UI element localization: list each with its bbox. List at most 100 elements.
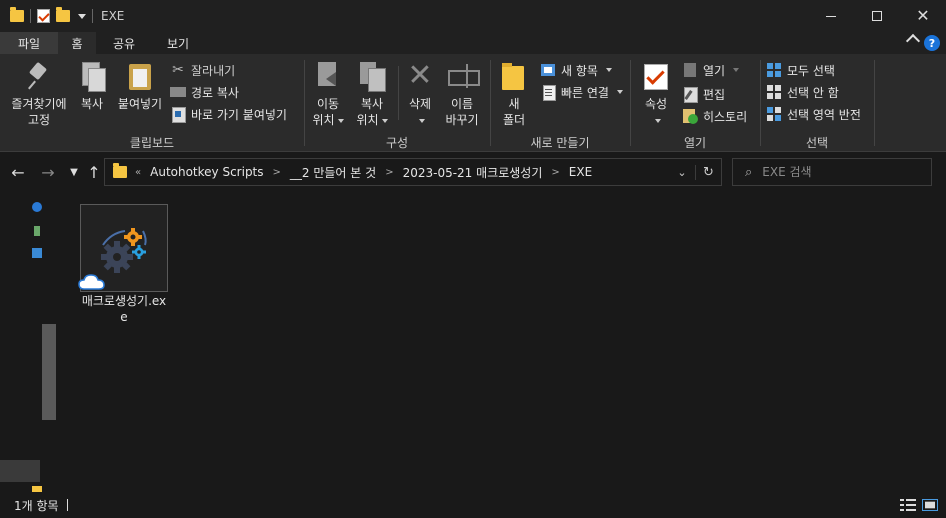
- minimize-icon: [826, 15, 836, 17]
- tab-view[interactable]: 보기: [158, 32, 198, 54]
- quick-access-toolbar: [10, 7, 93, 23]
- copyto-label-line1: 복사: [360, 97, 384, 111]
- address-dropdown-icon[interactable]: ⌄: [669, 166, 695, 179]
- new-item-button[interactable]: 새 항목: [540, 60, 612, 80]
- history-button[interactable]: 히스토리: [682, 106, 747, 126]
- toolbar-separator: [92, 9, 93, 23]
- chevron-down-icon: [616, 90, 623, 94]
- open-label: 열기: [703, 63, 726, 78]
- cloud-sync-icon: [78, 274, 105, 290]
- recent-locations-button[interactable]: ▼: [64, 162, 84, 182]
- pin-label-line1: 즐겨찾기에: [11, 97, 67, 111]
- person-icon[interactable]: [34, 226, 40, 236]
- scissors-icon: ✂: [172, 62, 184, 78]
- delete-label: 삭제: [408, 97, 432, 111]
- breadcrumb-overflow[interactable]: «: [135, 167, 141, 178]
- file-item[interactable]: 매크로생성기.exe: [78, 204, 168, 325]
- easy-access-icon: [540, 84, 556, 101]
- close-button[interactable]: ✕: [900, 0, 946, 32]
- copy-label: 복사: [80, 97, 104, 111]
- navigation-pane[interactable]: [0, 192, 60, 492]
- paste-button[interactable]: 붙여넣기: [112, 60, 168, 112]
- address-controls: ⌄ ↻: [669, 159, 721, 185]
- chevron-down-icon: [654, 118, 661, 123]
- pin-to-quick-access-button[interactable]: 즐겨찾기에 고정: [6, 60, 72, 128]
- select-none-button[interactable]: 선택 안 함: [766, 82, 839, 102]
- select-all-icon: [766, 62, 782, 78]
- up-button[interactable]: ↑: [84, 162, 104, 182]
- paste-shortcut-button[interactable]: 바로 가기 붙여넣기: [170, 104, 287, 124]
- copy-button[interactable]: 복사: [74, 60, 110, 112]
- chevron-down-icon: [733, 68, 740, 72]
- rename-label-line2: 바꾸기: [445, 113, 479, 127]
- delete-button[interactable]: ✕ 삭제: [402, 60, 438, 128]
- select-none-label: 선택 안 함: [787, 85, 839, 100]
- properties-button[interactable]: 속성: [636, 60, 676, 128]
- history-label: 히스토리: [703, 109, 748, 124]
- breadcrumb-item[interactable]: 2023-05-21 매크로생성기: [403, 164, 543, 181]
- breadcrumb-item[interactable]: Autohotkey Scripts: [150, 165, 263, 179]
- file-name[interactable]: 매크로생성기.exe: [80, 293, 168, 325]
- folder-icon: [10, 7, 24, 22]
- tab-home[interactable]: 홈: [58, 32, 96, 54]
- maximize-button[interactable]: [854, 0, 900, 32]
- ribbon-home: 즐겨찾기에 고정 복사 붙여넣기 ✂ 잘라내기 경로 복사 바로 가기 붙여넣기…: [0, 54, 946, 152]
- search-icon: ⌕: [745, 164, 753, 180]
- new-folder-button[interactable]: 새 폴더: [496, 60, 532, 128]
- new-item-label: 새 항목: [561, 63, 598, 78]
- arrow-up-icon: ↑: [87, 162, 101, 182]
- chevron-down-icon: [337, 118, 344, 123]
- chevron-down-icon: [381, 118, 388, 123]
- paste-label: 붙여넣기: [117, 97, 163, 111]
- move-label-line1: 이동: [316, 97, 340, 111]
- copy-to-button[interactable]: 복사 위치: [352, 60, 392, 128]
- address-bar[interactable]: « Autohotkey Scripts > __2 만들어 본 것 > 202…: [104, 158, 722, 186]
- properties-label: 속성: [644, 97, 668, 111]
- cut-label: 잘라내기: [191, 63, 236, 78]
- customize-toolbar-dropdown-icon[interactable]: [78, 13, 86, 19]
- rename-button[interactable]: 이름 바꾸기: [440, 60, 484, 128]
- paste-shortcut-label: 바로 가기 붙여넣기: [191, 107, 287, 122]
- cut-button[interactable]: ✂ 잘라내기: [170, 60, 235, 80]
- tab-share[interactable]: 공유: [104, 32, 144, 54]
- breadcrumb-item[interactable]: __2 만들어 본 것: [290, 164, 376, 181]
- breadcrumb-separator-icon[interactable]: >: [273, 167, 281, 178]
- onedrive-icon[interactable]: [32, 202, 42, 212]
- refresh-icon[interactable]: ↻: [695, 164, 721, 180]
- paste-shortcut-icon: [170, 106, 186, 123]
- arrow-left-icon: ←: [11, 162, 25, 182]
- copy-path-button[interactable]: 경로 복사: [170, 82, 239, 102]
- details-view-icon[interactable]: [900, 499, 916, 511]
- help-icon[interactable]: ?: [924, 35, 940, 51]
- breadcrumb-item[interactable]: EXE: [569, 165, 592, 179]
- search-box[interactable]: ⌕: [732, 158, 932, 186]
- edit-icon: [682, 86, 698, 103]
- this-pc-icon[interactable]: [32, 248, 42, 258]
- new-item-icon: [540, 62, 556, 78]
- breadcrumb-separator-icon[interactable]: >: [385, 167, 393, 178]
- selected-nav-item[interactable]: [0, 460, 40, 482]
- invert-selection-button[interactable]: 선택 영역 반전: [766, 104, 861, 124]
- open-button[interactable]: 열기: [682, 60, 740, 80]
- move-to-button[interactable]: 이동 위치: [308, 60, 348, 128]
- chevron-down-icon: ▼: [70, 166, 78, 178]
- scrollbar-thumb[interactable]: [42, 324, 56, 420]
- navigation-bar: ← → ▼ ↑ « Autohotkey Scripts > __2 만들어 본…: [0, 152, 946, 192]
- select-all-button[interactable]: 모두 선택: [766, 60, 835, 80]
- file-list[interactable]: 매크로생성기.exe: [60, 192, 946, 492]
- tab-file[interactable]: 파일: [0, 32, 58, 54]
- easy-access-button[interactable]: 빠른 연결: [540, 82, 623, 102]
- search-input[interactable]: [762, 165, 913, 179]
- properties-icon: [640, 60, 672, 92]
- large-icons-view-icon[interactable]: [922, 499, 938, 511]
- forward-button[interactable]: →: [38, 162, 58, 182]
- chevron-down-icon: [605, 68, 612, 72]
- button-separator: [398, 66, 399, 120]
- new-folder-icon[interactable]: [56, 7, 70, 22]
- breadcrumb-separator-icon[interactable]: >: [551, 167, 559, 178]
- properties-icon[interactable]: [37, 9, 50, 23]
- minimize-button[interactable]: [808, 0, 854, 32]
- move-label-line2: 위치: [312, 113, 335, 127]
- edit-button[interactable]: 편집: [682, 84, 725, 104]
- back-button[interactable]: ←: [8, 162, 28, 182]
